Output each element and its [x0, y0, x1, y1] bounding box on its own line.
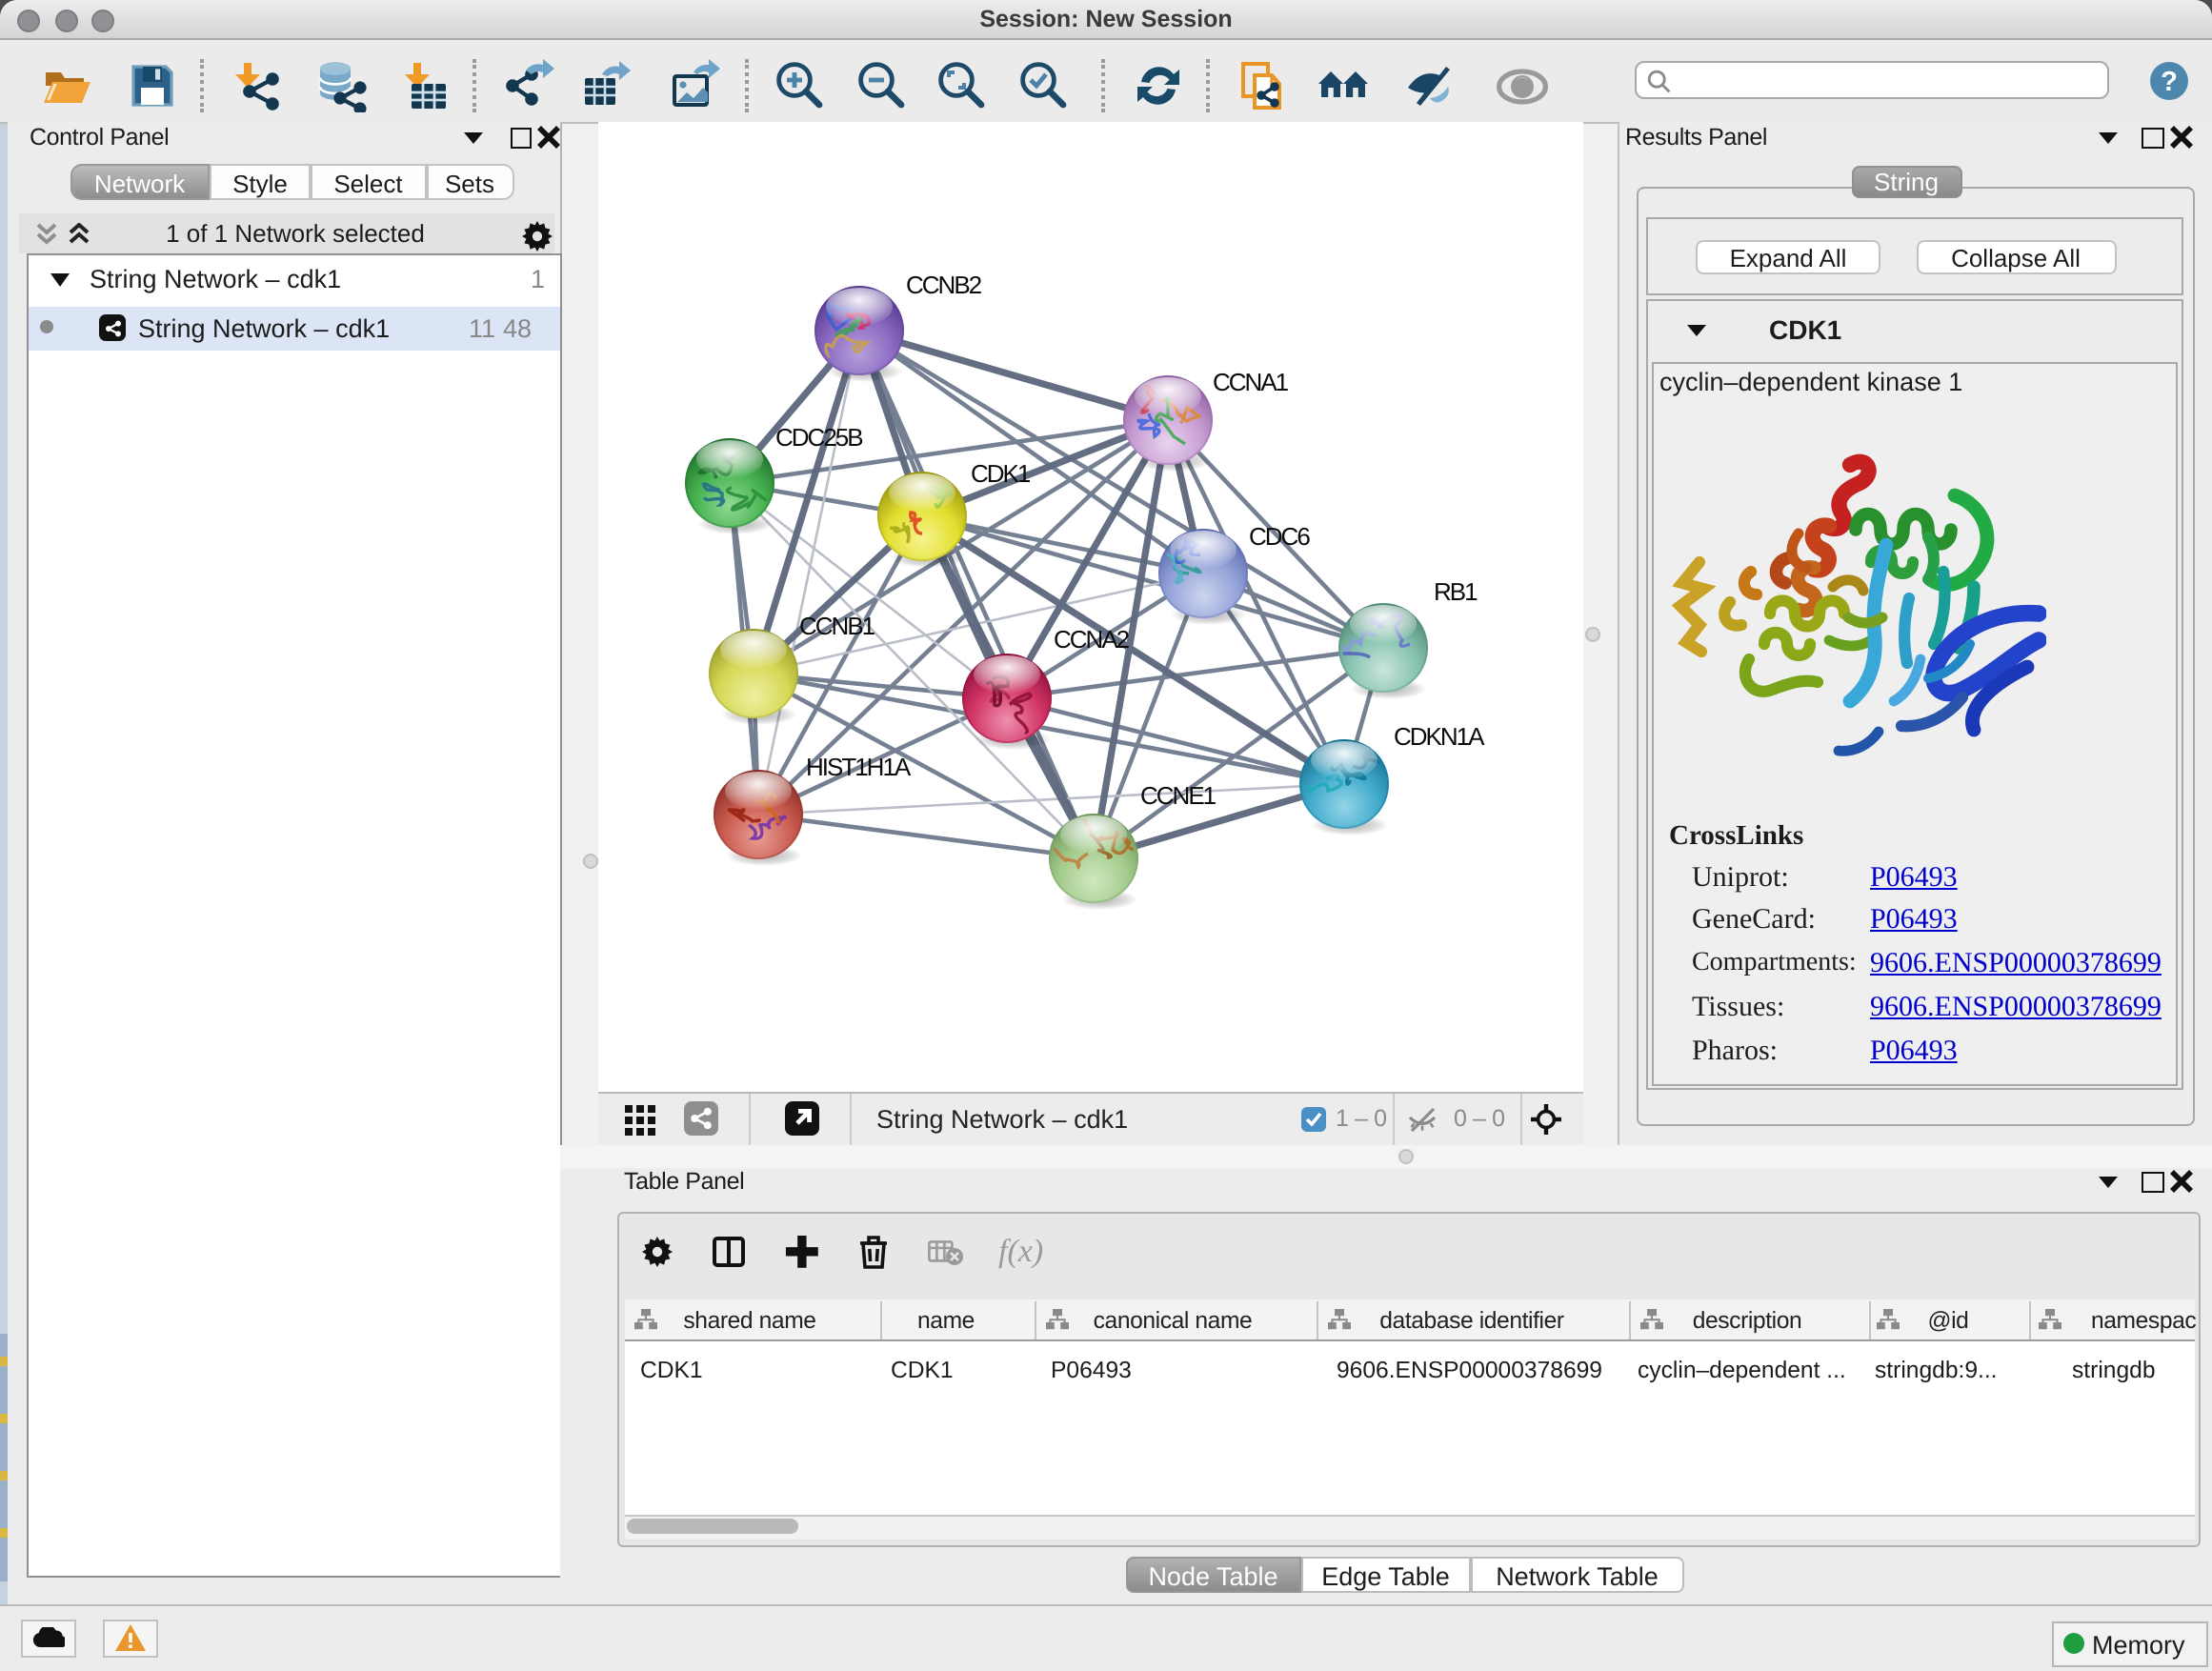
svg-text:?: ? — [2161, 68, 2178, 98]
